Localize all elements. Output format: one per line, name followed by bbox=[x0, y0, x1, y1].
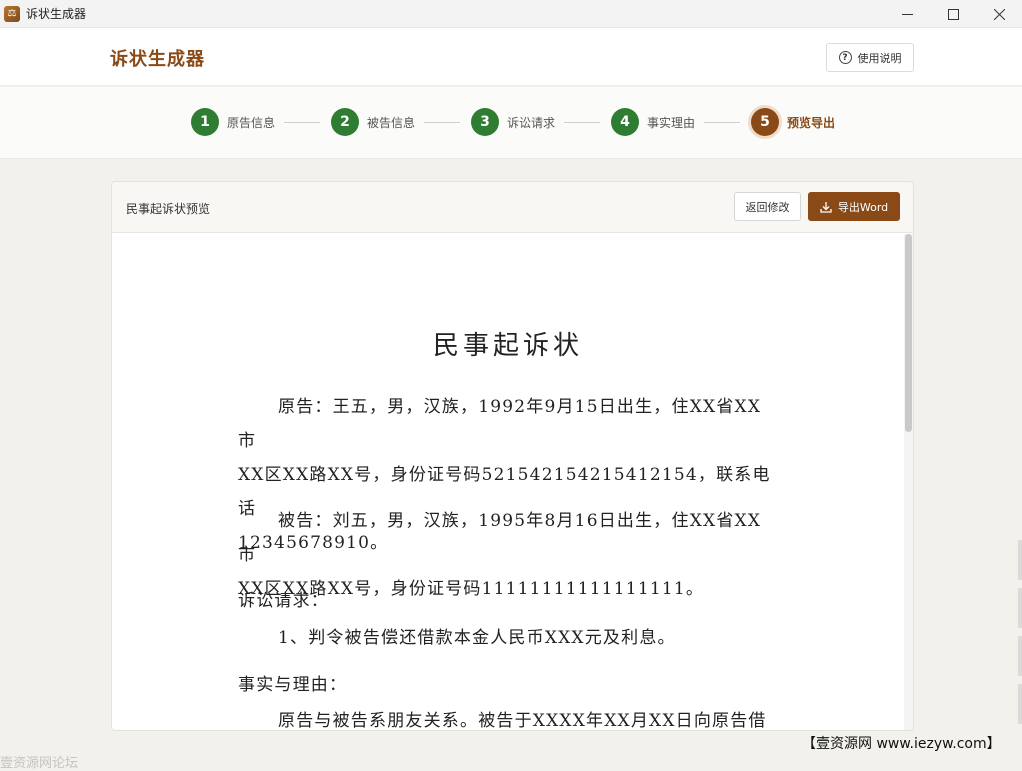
step-1-label: 原告信息 bbox=[227, 115, 276, 130]
step-4[interactable]: 4 事实理由 bbox=[611, 108, 695, 136]
maximize-button[interactable] bbox=[930, 0, 976, 28]
step-connector bbox=[564, 122, 600, 123]
window-controls bbox=[884, 0, 1022, 28]
preview-title: 民事起诉状预览 bbox=[126, 202, 211, 216]
preview-card: 民事起诉状预览 返回修改 导出Word 民事起诉状 原告：王五，男，汉族，199… bbox=[111, 181, 914, 731]
step-4-label: 事实理由 bbox=[647, 115, 696, 130]
minimize-button[interactable] bbox=[884, 0, 930, 28]
window-titlebar: ⚖ 诉状生成器 bbox=[0, 0, 1022, 28]
back-to-edit-button[interactable]: 返回修改 bbox=[734, 192, 801, 221]
step-connector bbox=[284, 122, 320, 123]
facts-heading: 事实与理由： bbox=[238, 675, 348, 695]
window-title: 诉状生成器 bbox=[26, 7, 87, 21]
export-word-label: 导出Word bbox=[837, 200, 889, 214]
download-icon bbox=[820, 201, 832, 213]
step-2-label: 被告信息 bbox=[367, 115, 416, 130]
step-5-label: 预览导出 bbox=[787, 115, 836, 130]
site-watermark: 【壹资源网 www.iezyw.com】 bbox=[802, 736, 1001, 752]
step-3[interactable]: 3 诉讼请求 bbox=[471, 108, 555, 136]
step-1[interactable]: 1 原告信息 bbox=[191, 108, 275, 136]
forum-watermark: 壹资源网论坛 bbox=[0, 756, 79, 771]
help-button-label: 使用说明 bbox=[857, 51, 902, 65]
question-circle-icon: ? bbox=[838, 51, 852, 64]
edge-tabs bbox=[1018, 540, 1022, 730]
claim-item: 1、判令被告偿还借款本金人民币XXX元及利息。 bbox=[278, 628, 676, 648]
facts-paragraph: 原告与被告系朋友关系。被告于XXXX年XX月XX日向原告借款 bbox=[278, 711, 767, 731]
document-title: 民事起诉状 bbox=[432, 331, 583, 361]
step-5-number: 5 bbox=[751, 108, 779, 136]
brand-title: 诉状生成器 bbox=[110, 49, 205, 70]
app-header: 诉状生成器 ? 使用说明 bbox=[0, 28, 1022, 86]
help-button[interactable]: ? 使用说明 bbox=[826, 43, 914, 72]
app-icon: ⚖ bbox=[4, 5, 20, 22]
step-connector bbox=[424, 122, 460, 123]
step-2[interactable]: 2 被告信息 bbox=[331, 108, 415, 136]
step-connector bbox=[704, 122, 740, 123]
plaintiff-line: 原告：王五，男，汉族，1992年9月15日出生，住XX省XX市 bbox=[238, 397, 762, 451]
claims-heading: 诉讼请求： bbox=[238, 591, 329, 611]
back-to-edit-label: 返回修改 bbox=[745, 200, 790, 214]
preview-scrollbar[interactable] bbox=[904, 234, 913, 730]
defendant-line: 被告：刘五，男，汉族，1995年8月16日出生，住XX省XX市 bbox=[238, 511, 762, 565]
step-4-number: 4 bbox=[611, 108, 639, 136]
document-preview[interactable]: 民事起诉状 原告：王五，男，汉族，1992年9月15日出生，住XX省XX市 XX… bbox=[112, 234, 913, 731]
step-progress: 1 原告信息 2 被告信息 3 诉讼请求 4 事实理由 5 预览导出 bbox=[0, 87, 1022, 159]
step-5[interactable]: 5 预览导出 bbox=[751, 108, 835, 136]
step-2-number: 2 bbox=[331, 108, 359, 136]
scrollbar-thumb[interactable] bbox=[905, 234, 912, 432]
close-button[interactable] bbox=[976, 0, 1022, 28]
step-3-number: 3 bbox=[471, 108, 499, 136]
step-3-label: 诉讼请求 bbox=[507, 115, 556, 130]
step-1-number: 1 bbox=[191, 108, 219, 136]
export-word-button[interactable]: 导出Word bbox=[808, 192, 900, 221]
preview-card-header: 民事起诉状预览 返回修改 导出Word bbox=[112, 182, 913, 233]
